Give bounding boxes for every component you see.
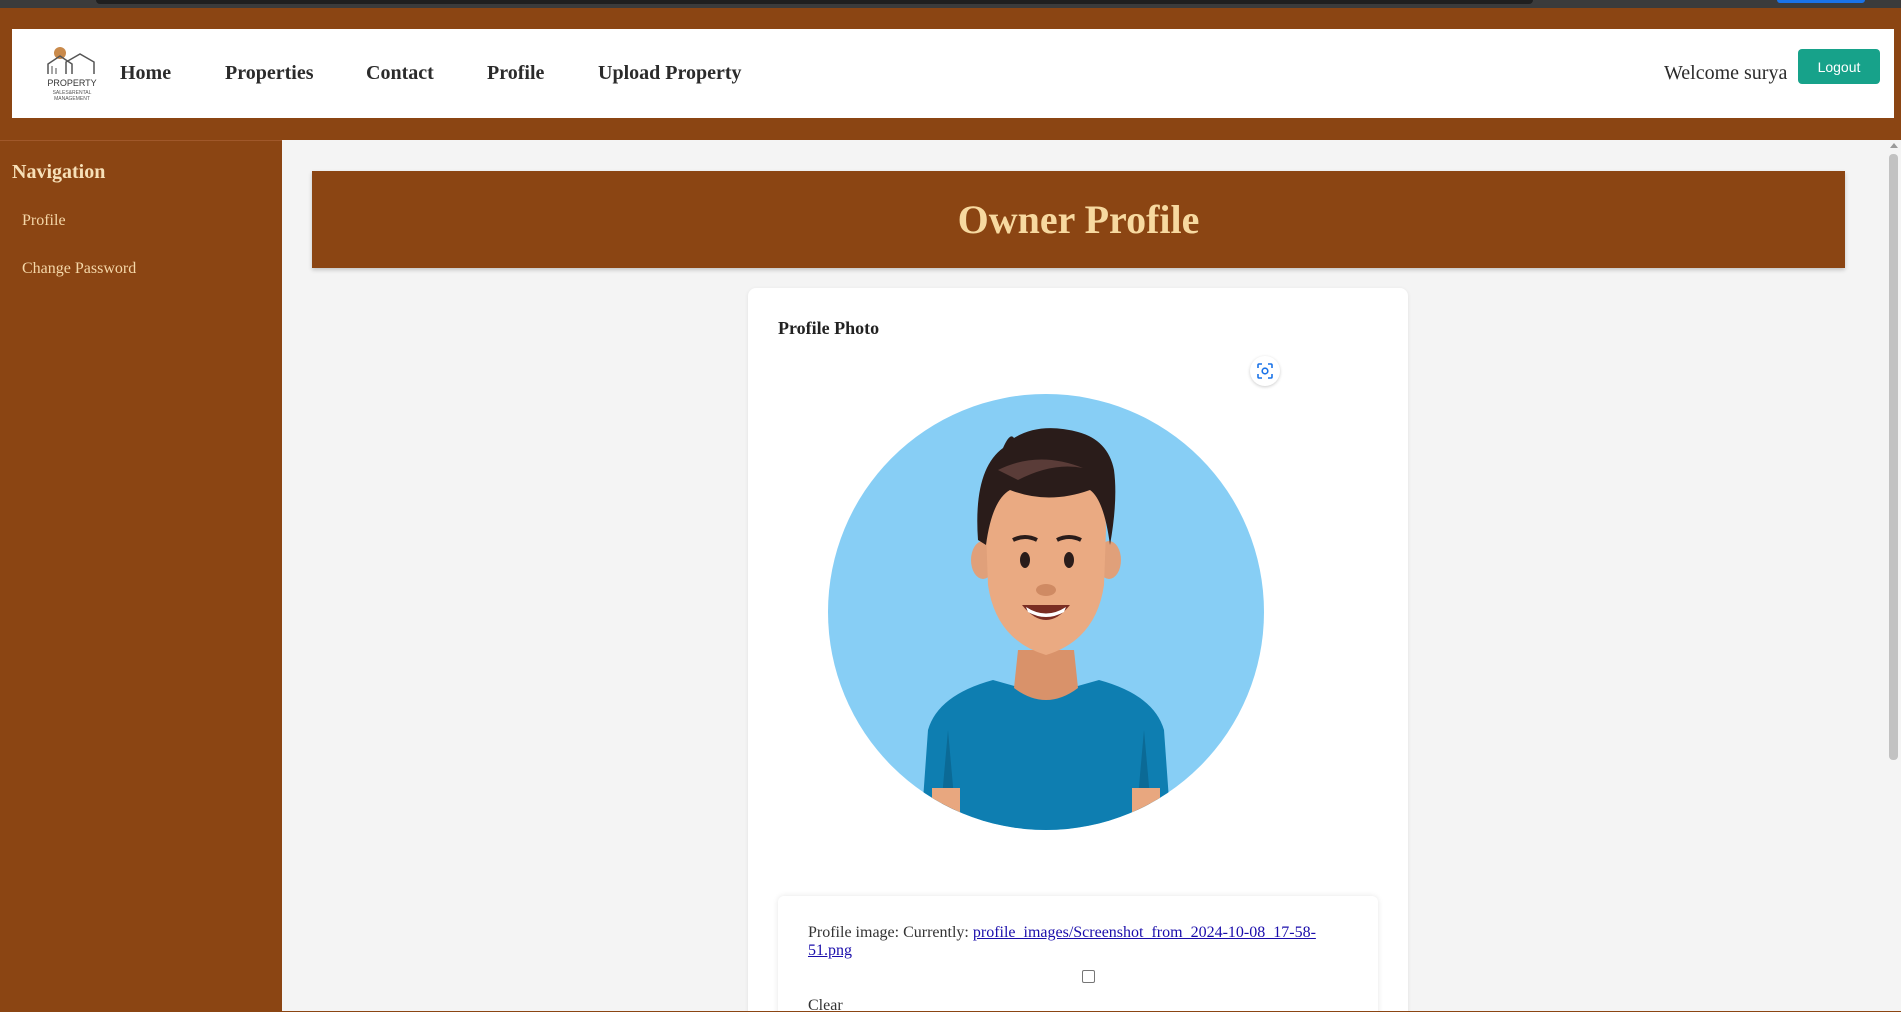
sidebar-item-change-password[interactable]: Change Password [22,260,136,278]
page-title: Owner Profile [957,197,1200,242]
address-bar[interactable] [96,0,1533,4]
sidebar-item-profile[interactable]: Profile [22,212,66,230]
logo[interactable]: PROPERTY SALES&RENTAL MANAGEMENT [42,44,102,104]
clear-label: Clear [808,997,843,1011]
nav-home[interactable]: Home [120,62,171,85]
house-logo-icon: PROPERTY SALES&RENTAL MANAGEMENT [47,47,97,102]
sidebar-title: Navigation [12,161,106,183]
welcome-text: Welcome surya [1664,62,1788,84]
svg-text:MANAGEMENT: MANAGEMENT [54,96,90,102]
current-image-row: Profile image: Currently: profile_images… [808,924,1328,960]
logout-button[interactable]: Logout [1798,49,1880,84]
browser-chrome [0,0,1901,8]
profile-image-form: Profile image: Currently: profile_images… [778,896,1378,1011]
nav-properties[interactable]: Properties [225,62,314,85]
current-image-label: Profile image: Currently: [808,924,969,941]
clear-checkbox[interactable] [1082,970,1095,983]
nav-upload-property[interactable]: Upload Property [598,62,742,85]
page-banner: Owner Profile [312,171,1845,268]
lens-icon [1257,363,1273,379]
nav-profile[interactable]: Profile [487,62,544,85]
scroll-thumb[interactable] [1889,154,1898,760]
sidebar: Navigation Profile Change Password [0,140,282,1012]
scroll-up-arrow-icon[interactable] [1890,143,1898,148]
main-content: Owner Profile Profile Photo Profile imag… [282,140,1886,1011]
profile-card: Profile Photo Profile image: Currently: … [748,288,1408,1011]
scrollbar[interactable] [1886,140,1901,1011]
avatar-image [828,394,1264,830]
svg-text:PROPERTY: PROPERTY [47,78,96,88]
profile-photo [778,350,1298,870]
visual-search-button[interactable] [1250,356,1280,386]
nav-contact[interactable]: Contact [366,62,434,85]
browser-action-button[interactable] [1777,0,1865,3]
card-title: Profile Photo [778,318,880,338]
top-header: PROPERTY SALES&RENTAL MANAGEMENT Home Pr… [12,29,1894,118]
